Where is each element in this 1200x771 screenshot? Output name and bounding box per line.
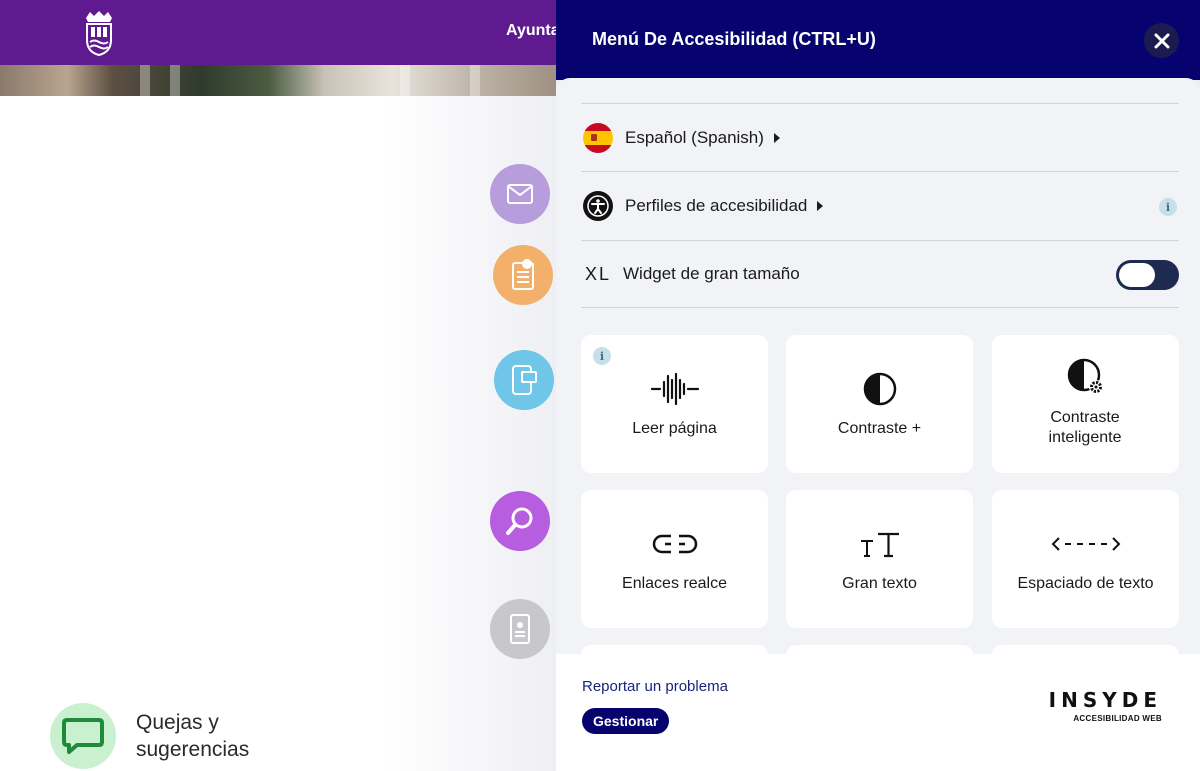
text-size-icon <box>786 524 973 564</box>
text-spacing-icon <box>992 524 1179 564</box>
text-spacing-label: Espaciado de texto <box>1017 575 1154 592</box>
insyde-logo[interactable]: INSYDE ACCESIBILIDAD WEB <box>1016 688 1162 723</box>
hero-image <box>0 65 560 96</box>
brand-name: INSYDE <box>1048 688 1162 712</box>
language-selector[interactable]: Español (Spanish) <box>581 103 1179 171</box>
feedback-label-line2: sugerencias <box>136 738 250 761</box>
panel-title: Menú De Accesibilidad (CTRL+U) <box>592 29 876 49</box>
accessibility-person-icon <box>583 190 613 221</box>
caret-right-icon <box>773 132 780 143</box>
contrast-icon <box>786 369 973 409</box>
accessibility-panel: Menú De Accesibilidad (CTRL+U) Español (… <box>556 0 1200 771</box>
highlight-links-card[interactable]: Enlaces realce <box>581 490 768 628</box>
feedback-label-line1: Quejas y <box>136 711 219 734</box>
manage-button[interactable]: Gestionar <box>582 708 670 734</box>
contrast-label: Contraste + <box>837 420 922 437</box>
link-icon <box>581 524 768 564</box>
close-button[interactable] <box>1144 23 1179 58</box>
accessibility-profiles[interactable]: Perfiles de accesibilidad i <box>581 171 1179 239</box>
text-spacing-card[interactable]: Espaciado de texto <box>992 490 1179 628</box>
close-icon <box>1154 33 1169 48</box>
service-search-icon[interactable] <box>490 491 550 551</box>
info-icon[interactable]: i <box>593 347 611 365</box>
smart-contrast-card[interactable]: Contraste inteligente <box>992 335 1179 473</box>
header-nav-link[interactable]: Ayunta <box>506 22 560 40</box>
panel-body: Español (Spanish) Perfiles de accesibili… <box>556 78 1200 658</box>
service-clipboard-icon[interactable] <box>493 245 553 305</box>
contrast-card[interactable]: Contraste + <box>786 335 973 473</box>
feedback-link[interactable]: Quejas y sugerencias <box>50 703 276 769</box>
panel-header: Menú De Accesibilidad (CTRL+U) <box>556 0 1200 80</box>
xl-icon: XL <box>585 263 612 284</box>
toggle-knob <box>1119 263 1155 287</box>
read-page-card[interactable]: i Leer página <box>581 335 768 473</box>
brand-subtitle: ACCESIBILIDAD WEB <box>1073 714 1162 723</box>
language-label: Español (Spanish) <box>625 127 764 147</box>
service-tablet-icon[interactable] <box>494 350 554 410</box>
large-widget-label: Widget de gran tamaño <box>623 264 800 283</box>
highlight-links-label: Enlaces realce <box>622 575 727 592</box>
profiles-label: Perfiles de accesibilidad <box>625 195 808 215</box>
smart-contrast-label: Contraste inteligente <box>1048 409 1122 446</box>
service-document-icon[interactable] <box>490 599 550 659</box>
large-text-card[interactable]: Gran texto <box>786 490 973 628</box>
large-widget-toggle[interactable] <box>1116 260 1179 290</box>
panel-footer: Reportar un problema Gestionar INSYDE AC… <box>556 654 1200 771</box>
info-icon[interactable]: i <box>1159 198 1177 216</box>
feedback-label: Quejas y sugerencias <box>136 709 276 763</box>
city-crest-logo[interactable] <box>82 10 116 56</box>
service-mail-icon[interactable] <box>490 164 550 224</box>
report-problem-link[interactable]: Reportar un problema <box>582 678 728 695</box>
smart-contrast-icon <box>992 357 1179 397</box>
spain-flag-icon <box>583 122 613 153</box>
chat-bubble-icon <box>50 703 116 769</box>
large-widget-setting: XL Widget de gran tamaño <box>581 240 1179 308</box>
read-page-label: Leer página <box>632 420 717 437</box>
large-text-label: Gran texto <box>842 575 917 592</box>
soundwave-icon <box>581 369 768 409</box>
caret-right-icon <box>817 200 824 211</box>
